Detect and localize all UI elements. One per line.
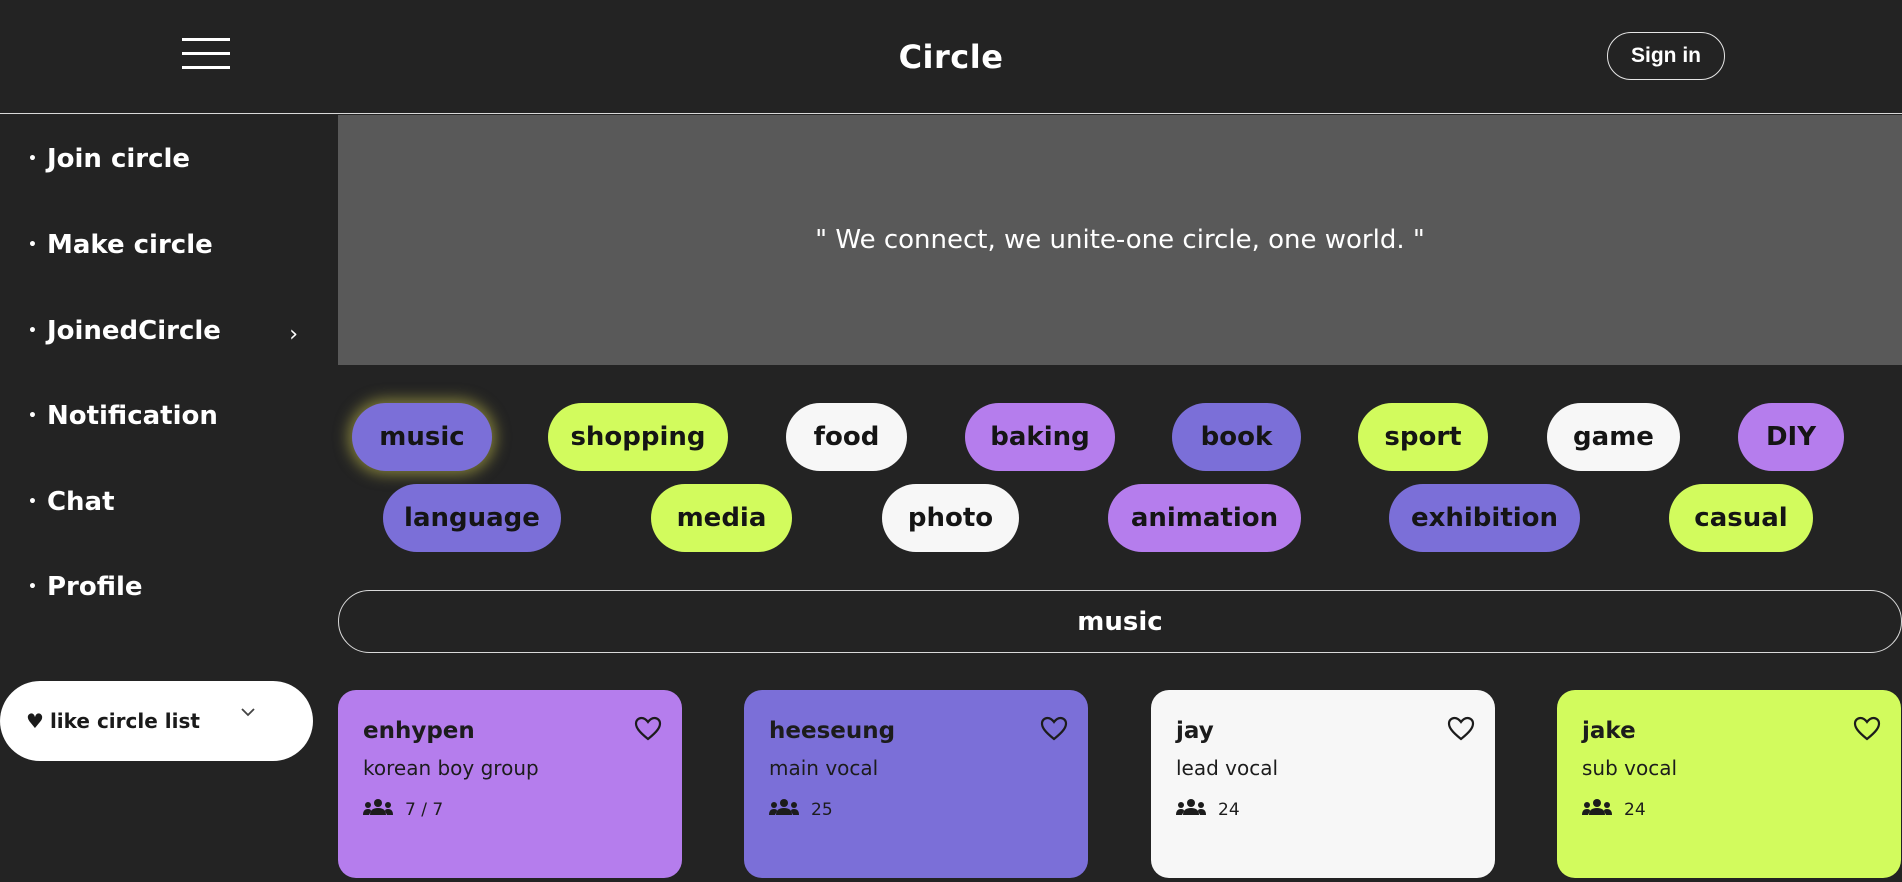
category-chip-book[interactable]: book — [1172, 403, 1301, 471]
card-title: jake — [1582, 718, 1636, 744]
circle-card[interactable]: jay lead vocal 24 — [1151, 690, 1495, 878]
banner-quote: " We connect, we unite-one circle, one w… — [815, 225, 1425, 255]
sidebar-item-chat[interactable]: • Chat — [28, 487, 298, 517]
category-chip-food[interactable]: food — [786, 403, 907, 471]
bullet-icon: • — [28, 237, 37, 253]
bullet-icon: • — [28, 494, 37, 510]
category-chip-shopping[interactable]: shopping — [548, 403, 728, 471]
card-description: lead vocal — [1176, 756, 1279, 780]
selected-category-bar: music — [338, 590, 1902, 653]
category-chip-baking[interactable]: baking — [965, 403, 1115, 471]
card-members: 24 — [1176, 798, 1470, 821]
people-icon — [1582, 798, 1624, 821]
circle-card[interactable]: enhypen korean boy group 7 / 7 — [338, 690, 682, 878]
card-description: korean boy group — [363, 756, 539, 780]
category-chip-sport[interactable]: sport — [1358, 403, 1488, 471]
sign-in-button[interactable]: Sign in — [1607, 32, 1725, 80]
card-members: 25 — [769, 798, 1063, 821]
people-icon — [363, 798, 405, 821]
chevron-right-icon[interactable]: › — [289, 322, 298, 347]
category-chip-animation[interactable]: animation — [1108, 484, 1301, 552]
heart-outline-icon[interactable] — [1853, 716, 1881, 746]
like-circle-list-dropdown[interactable]: ♥ like circle list — [0, 681, 313, 761]
category-chip-music[interactable]: music — [352, 403, 492, 471]
category-chip-game[interactable]: game — [1547, 403, 1680, 471]
member-count: 7 / 7 — [405, 799, 444, 820]
selected-category-label: music — [1077, 606, 1163, 637]
circle-card[interactable]: jake sub vocal 24 — [1557, 690, 1901, 878]
bullet-icon: • — [28, 408, 37, 424]
member-count: 25 — [811, 799, 833, 820]
top-header: Circle Sign in — [0, 0, 1902, 114]
sidebar-item-label: Profile — [46, 572, 143, 602]
sidebar-item-label: Chat — [46, 487, 115, 517]
circle-card[interactable]: heeseung main vocal 25 — [744, 690, 1088, 878]
card-description: sub vocal — [1582, 756, 1678, 780]
chevron-down-icon — [241, 708, 255, 717]
category-chip-media[interactable]: media — [651, 484, 792, 552]
heart-outline-icon[interactable] — [1040, 716, 1068, 746]
card-members: 7 / 7 — [363, 798, 657, 821]
member-count: 24 — [1624, 799, 1646, 820]
sidebar-item-label: Join circle — [46, 144, 191, 174]
category-chip-language[interactable]: language — [383, 484, 561, 552]
bullet-icon: • — [28, 323, 37, 339]
category-chip-exhibition[interactable]: exhibition — [1389, 484, 1580, 552]
hero-banner: " We connect, we unite-one circle, one w… — [338, 115, 1902, 365]
sidebar-item-make-circle[interactable]: • Make circle — [28, 230, 298, 260]
sidebar-item-label: Notification — [46, 401, 218, 431]
heart-outline-icon[interactable] — [1447, 716, 1475, 746]
card-members: 24 — [1582, 798, 1876, 821]
heart-filled-icon: ♥ — [26, 709, 44, 733]
like-list-label: like circle list — [49, 709, 200, 733]
bullet-icon: • — [28, 151, 37, 167]
card-description: main vocal — [769, 756, 879, 780]
card-title: jay — [1176, 718, 1214, 744]
heart-outline-icon[interactable] — [634, 716, 662, 746]
people-icon — [1176, 798, 1218, 821]
card-title: heeseung — [769, 718, 896, 744]
sidebar-item-label: JoinedCircle — [46, 316, 221, 346]
category-chip-casual[interactable]: casual — [1669, 484, 1813, 552]
member-count: 24 — [1218, 799, 1240, 820]
sidebar-item-profile[interactable]: • Profile — [28, 572, 298, 602]
people-icon — [769, 798, 811, 821]
card-title: enhypen — [363, 718, 475, 744]
sidebar-item-joined-circle[interactable]: • JoinedCircle › — [28, 316, 298, 347]
sidebar-item-notification[interactable]: • Notification — [28, 401, 298, 431]
sidebar-item-label: Make circle — [46, 230, 213, 260]
bullet-icon: • — [28, 579, 37, 595]
category-chip-diy[interactable]: DIY — [1738, 403, 1844, 471]
category-chip-photo[interactable]: photo — [882, 484, 1019, 552]
sidebar-item-join-circle[interactable]: • Join circle — [28, 144, 298, 174]
